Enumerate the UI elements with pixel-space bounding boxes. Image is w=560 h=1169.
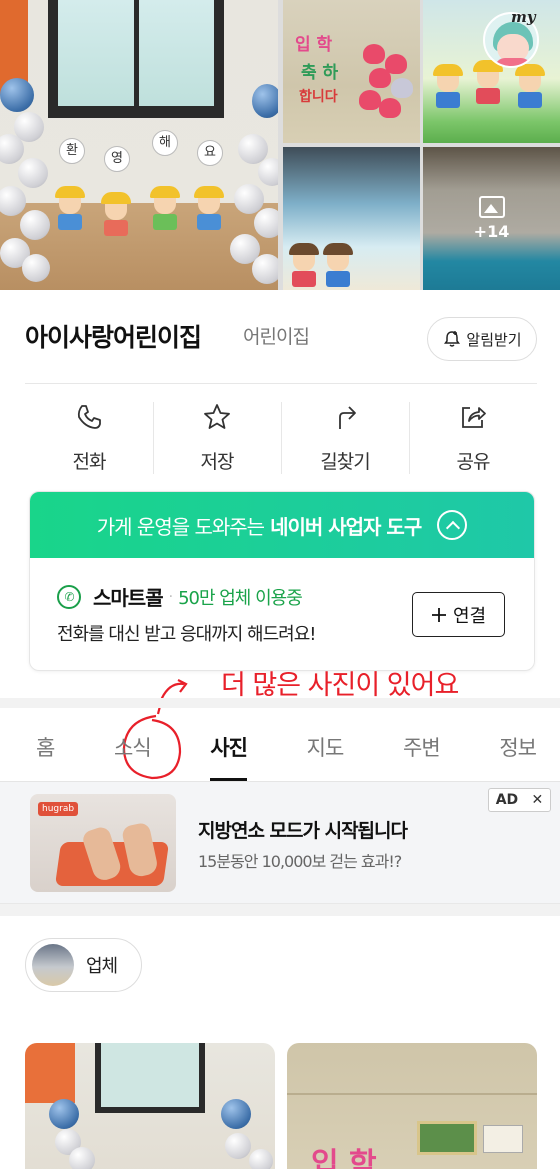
tab-home[interactable]: 홈 <box>36 708 55 781</box>
call-label: 전화 <box>72 451 107 473</box>
business-tool-box: 가게 운영을 도와주는 네이버 사업자 도구 ✆ 스마트콜 · 50만 업체 이… <box>29 491 535 671</box>
tab-info[interactable]: 정보 <box>499 708 537 781</box>
chevron-up-icon[interactable] <box>437 510 468 540</box>
share-button[interactable]: 공유 <box>409 384 537 495</box>
business-name: 아이사랑어린이집 <box>25 323 202 352</box>
tab-nearby[interactable]: 주변 <box>403 708 441 781</box>
tab-news[interactable]: 소식 <box>114 708 152 781</box>
photo-thumb-more[interactable]: +14 <box>423 147 560 290</box>
connect-label: 연결 <box>452 605 487 627</box>
red-annotation-text: 더 많은 사진이 있어요 <box>221 670 459 701</box>
business-header: 아이사랑어린이집 어린이집 알림받기 <box>0 290 560 382</box>
kid-drawing <box>150 186 180 232</box>
smartcall-phone-icon: ✆ <box>57 584 81 609</box>
close-icon[interactable]: ✕ <box>532 792 544 808</box>
save-button[interactable]: 저장 <box>153 384 281 495</box>
ad-label: AD <box>495 792 519 808</box>
phone-icon <box>77 405 101 429</box>
kid-drawing <box>55 186 85 232</box>
ad-badge[interactable]: AD ✕ <box>488 788 551 812</box>
window <box>58 0 214 106</box>
welcome-letter: 해 <box>152 130 178 156</box>
gallery-photo[interactable]: 입 학 <box>287 1043 537 1169</box>
filter-chip-business[interactable]: 업체 <box>25 938 142 992</box>
section-divider <box>0 904 560 916</box>
share-label: 공유 <box>456 451 491 473</box>
kid-drawing <box>101 192 131 238</box>
chip-label: 업체 <box>86 956 118 977</box>
directions-label: 길찾기 <box>320 451 370 473</box>
plus-icon <box>431 607 446 622</box>
welcome-letter: 환 <box>59 138 85 164</box>
gallery-photo[interactable] <box>25 1043 275 1169</box>
share-icon <box>462 407 486 428</box>
photo-thumb-4[interactable] <box>283 147 420 290</box>
photo-thumb-2[interactable]: 입 학 축 하 합니다 <box>283 0 420 143</box>
save-label: 저장 <box>200 451 235 473</box>
notify-button[interactable]: 알림받기 <box>427 317 537 361</box>
welcome-letter: 요 <box>197 140 223 166</box>
smartcall-title: ✆ 스마트콜 · 50만 업체 이용중 <box>57 582 303 611</box>
kid-drawing <box>194 186 224 232</box>
ad-brand-logo: hugrab <box>38 802 79 816</box>
banner-bold: 네이버 사업자 도구 <box>270 514 422 539</box>
chip-thumbnail <box>32 944 74 986</box>
more-photos-overlay[interactable]: +14 <box>423 147 560 290</box>
bell-plus-icon <box>444 331 461 347</box>
board-text: 합니다 <box>299 89 338 105</box>
ad-title: 지방연소 모드가 시작됩니다 <box>198 820 408 842</box>
connect-button[interactable]: 연결 <box>412 592 505 637</box>
smartcall-name: 스마트콜 <box>93 586 164 610</box>
star-icon <box>204 404 230 429</box>
my-label: my <box>511 8 536 26</box>
banner-prefix: 가게 운영을 도와주는 <box>96 514 265 539</box>
separator-dot: · <box>168 588 174 605</box>
ad-subtitle: 15분동안 10,000보 걷는 효과!? <box>198 852 402 871</box>
smartcall-description: 전화를 대신 받고 응대까지 해드려요! <box>57 624 317 645</box>
call-button[interactable]: 전화 <box>25 384 153 495</box>
tab-map[interactable]: 지도 <box>307 708 345 781</box>
directions-button[interactable]: 길찾기 <box>281 384 409 495</box>
welcome-letter: 영 <box>104 146 130 172</box>
section-divider <box>0 698 560 708</box>
balloon-column-left <box>0 78 56 288</box>
photo-grid: 환 영 해 요 입 학 축 하 합니다 +14 my <box>0 0 560 290</box>
tab-photos[interactable]: 사진 <box>210 708 248 781</box>
ad-image[interactable]: hugrab <box>30 794 176 892</box>
board-text: 입 학 <box>295 35 333 55</box>
business-tool-banner[interactable]: 가게 운영을 도와주는 네이버 사업자 도구 <box>30 492 534 558</box>
balloon-column-right <box>224 84 278 290</box>
directions-icon <box>339 406 356 429</box>
notify-label: 알림받기 <box>466 330 522 349</box>
smartcall-users: 50만 업체 이용중 <box>178 587 303 609</box>
main-photo[interactable]: 환 영 해 요 <box>0 0 278 290</box>
image-icon <box>478 196 505 218</box>
more-photos-count: +14 <box>473 222 510 241</box>
ad-banner[interactable]: hugrab 지방연소 모드가 시작됩니다 15분동안 10,000보 걷는 효… <box>0 782 560 904</box>
action-bar: 전화 저장 길찾기 공유 <box>25 383 537 495</box>
gallery-board-text: 입 학 <box>311 1147 377 1169</box>
board-text: 축 하 <box>301 63 339 83</box>
business-category: 어린이집 <box>243 326 310 348</box>
tab-bar: 홈 소식 사진 지도 주변 정보 <box>0 708 560 782</box>
